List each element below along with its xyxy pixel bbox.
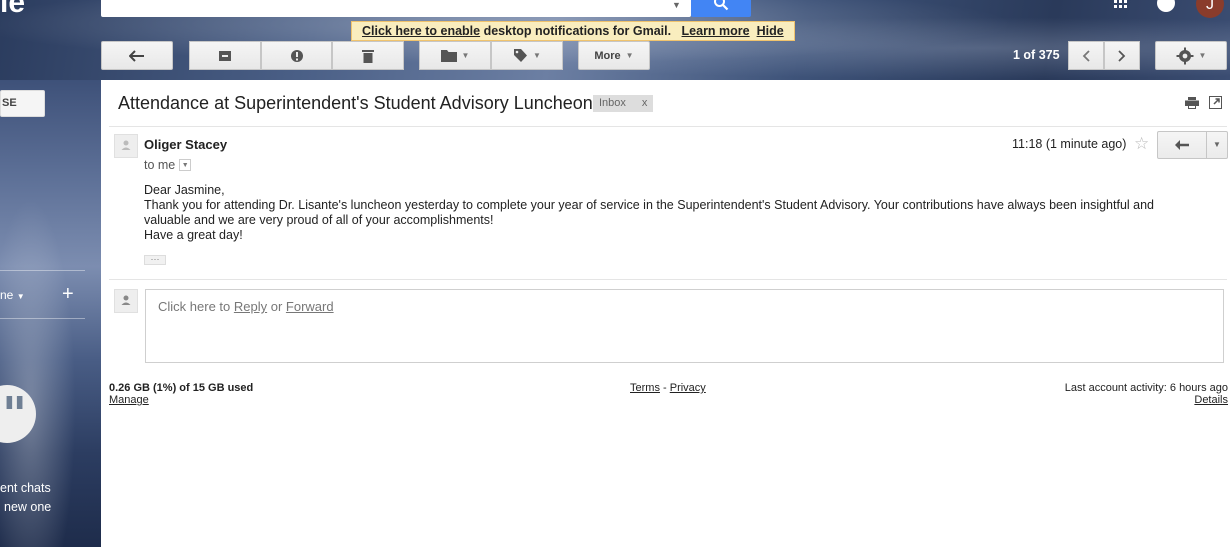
storage-usage: 0.26 GB (1%) of 15 GB used [109, 382, 254, 394]
app-logo[interactable]: le [0, 0, 25, 20]
header-divider [109, 126, 1227, 127]
inbox-label-chip: Inbox x [593, 95, 654, 112]
sidebar-divider [0, 270, 85, 271]
back-arrow-icon [129, 49, 144, 62]
gear-icon [1176, 47, 1194, 64]
reply-link[interactable]: Reply [234, 299, 267, 314]
spam-icon [290, 49, 303, 62]
chevron-down-icon: ▼ [1198, 51, 1207, 60]
legal-links: Terms - Privacy [630, 382, 706, 394]
show-trimmed-content-button[interactable]: ··· [144, 255, 166, 265]
search-input[interactable] [101, 0, 691, 17]
more-actions-button[interactable]: More ▼ [578, 41, 650, 70]
notice-message: desktop notifications for Gmail. [480, 24, 672, 38]
organize-button-group: ▼ ▼ [419, 41, 563, 70]
hangouts-user-menu[interactable]: ne ▼ [0, 288, 25, 302]
terms-link[interactable]: Terms [630, 382, 660, 394]
recent-chats-text: ent chats [0, 481, 51, 495]
newer-button[interactable] [1068, 41, 1104, 70]
email-timestamp: 11:18 (1 minute ago) [1012, 137, 1127, 151]
reply-prompt: Click here to Reply or Forward [158, 299, 334, 314]
search-icon [714, 0, 729, 11]
chevron-down-icon: ▼ [625, 51, 634, 60]
forward-link[interactable]: Forward [286, 299, 334, 314]
reply-prompt-prefix: Click here to [158, 299, 234, 314]
back-to-inbox-button[interactable] [101, 41, 173, 70]
label-tag-icon [514, 49, 528, 62]
sidebar-background [0, 80, 101, 547]
folder-icon [440, 50, 457, 62]
start-new-chat-link[interactable]: new one [4, 500, 51, 514]
search-button[interactable] [691, 0, 751, 17]
email-greeting: Dear Jasmine, [144, 183, 225, 197]
archive-icon [219, 50, 231, 61]
reply-icon [1175, 140, 1189, 150]
sender-name[interactable]: Oliger Stacey [144, 137, 227, 152]
action-button-group [189, 41, 404, 70]
labels-button[interactable]: ▼ [491, 41, 563, 70]
pagination-buttons [1068, 41, 1140, 70]
manage-storage-link[interactable]: Manage [109, 394, 253, 406]
chevron-down-icon: ▼ [461, 51, 470, 60]
chevron-down-icon: ▼ [533, 51, 541, 60]
recipients-text: to me [144, 158, 176, 172]
account-activity: Last account activity: 6 hours ago Detai… [1065, 382, 1228, 406]
enable-notifications-link[interactable]: Click here to enable [362, 24, 480, 38]
plus-icon[interactable]: + [62, 283, 74, 306]
last-activity-text: Last account activity: 6 hours ago [1064, 382, 1228, 394]
desktop-notification-banner: Click here to enable desktop notificatio… [351, 21, 795, 41]
chevron-left-icon [1082, 49, 1090, 62]
apps-grid-icon[interactable] [1114, 0, 1128, 10]
reply-button[interactable] [1157, 131, 1207, 159]
learn-more-link[interactable]: Learn more [682, 24, 750, 38]
email-view: Attendance at Superintendent's Student A… [101, 80, 1230, 547]
more-label: More [594, 49, 621, 62]
reply-options-dropdown[interactable]: ▼ [1206, 131, 1228, 159]
older-button[interactable] [1104, 41, 1140, 70]
user-avatar [114, 289, 138, 313]
print-icon[interactable] [1185, 97, 1199, 109]
archive-button[interactable] [189, 41, 261, 70]
quick-reply-box[interactable]: Click here to Reply or Forward [145, 289, 1224, 363]
email-body: Dear Jasmine, Thank you for attending Dr… [144, 183, 1204, 243]
compose-button[interactable]: SE [0, 90, 45, 117]
hangouts-user-label: ne [0, 288, 14, 302]
chevron-right-icon [1118, 49, 1126, 62]
sidebar-divider [0, 318, 85, 319]
reply-prompt-or: or [267, 299, 286, 314]
trash-icon [362, 49, 374, 63]
person-icon [121, 140, 131, 150]
email-subject: Attendance at Superintendent's Student A… [118, 93, 593, 113]
sender-avatar [114, 134, 138, 158]
person-icon [121, 295, 131, 305]
show-details-dropdown[interactable]: ▼ [179, 159, 192, 171]
report-spam-button[interactable] [261, 41, 332, 70]
pagination-count: 1 of 375 [1013, 48, 1060, 62]
message-divider [109, 279, 1227, 280]
remove-label-button[interactable]: x [642, 95, 648, 112]
email-body-paragraph: Thank you for attending Dr. Lisante's lu… [144, 198, 1155, 227]
legal-separator: - [659, 382, 670, 394]
email-closing: Have a great day! [144, 228, 243, 242]
storage-info: 0.26 GB (1%) of 15 GB used Manage [109, 382, 253, 406]
search-options-icon[interactable]: ▼ [672, 0, 682, 10]
delete-button[interactable] [332, 41, 404, 70]
move-to-button[interactable]: ▼ [419, 41, 491, 70]
label-name[interactable]: Inbox [599, 95, 626, 112]
activity-details-link[interactable]: Details [1065, 394, 1228, 406]
star-icon[interactable]: ☆ [1134, 134, 1149, 154]
recipients-line: to me ▼ [144, 158, 192, 172]
hide-link[interactable]: Hide [757, 24, 784, 38]
settings-button[interactable]: ▼ [1155, 41, 1227, 70]
privacy-link[interactable]: Privacy [670, 382, 706, 394]
open-in-new-window-icon[interactable] [1209, 96, 1222, 109]
